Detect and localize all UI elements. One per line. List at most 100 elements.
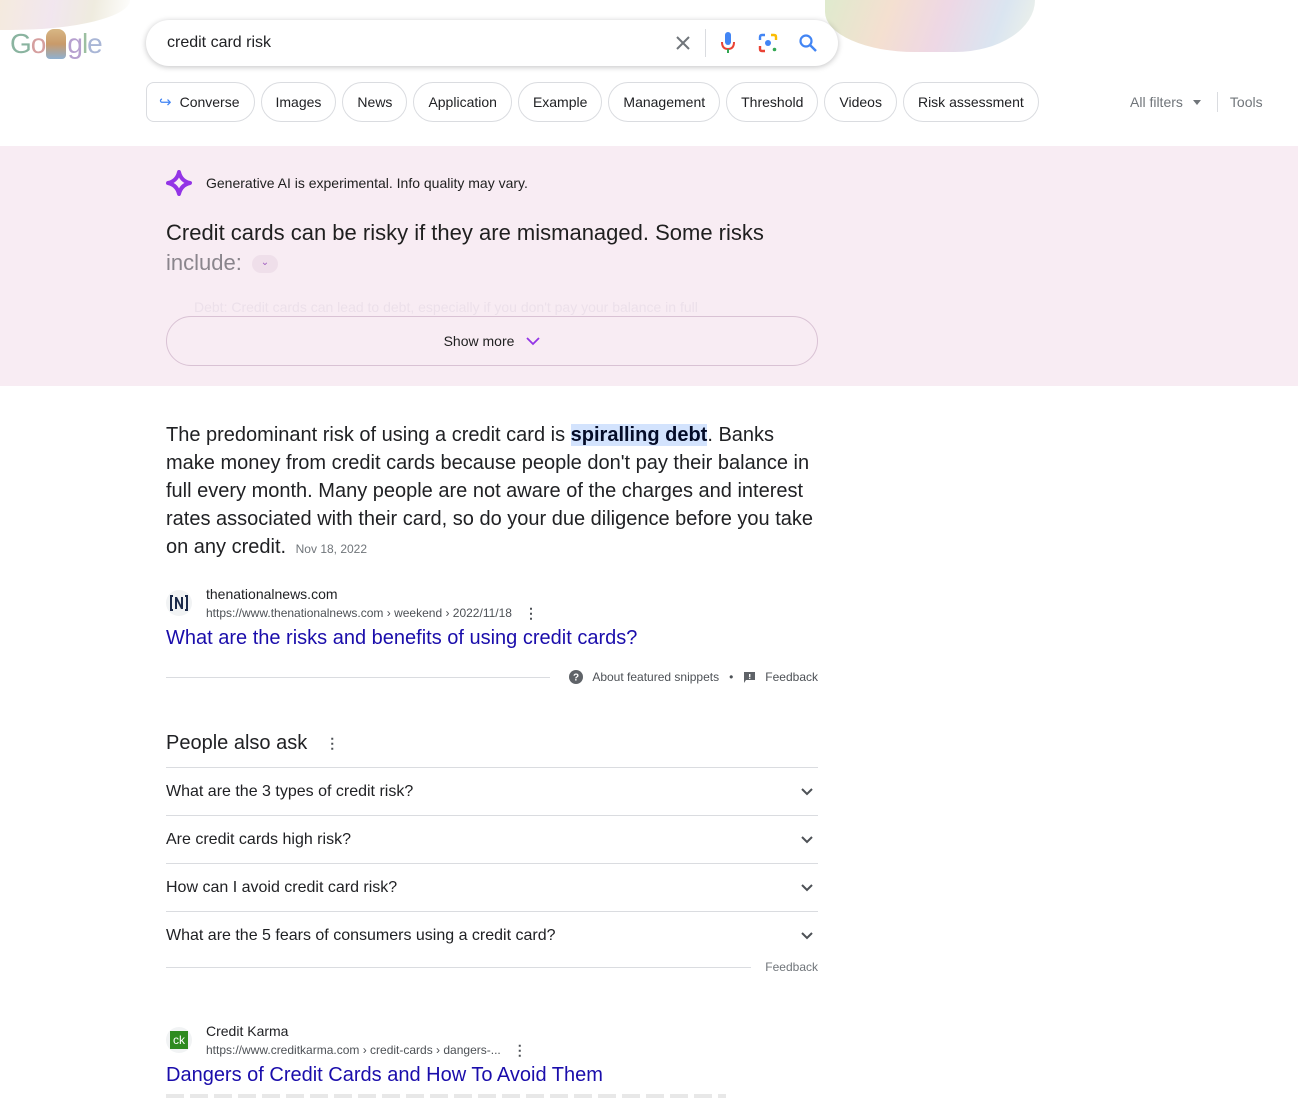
paa-question-text: How can I avoid credit card risk? bbox=[166, 878, 398, 896]
chevron-down-icon bbox=[801, 836, 813, 844]
source-site-name: thenationalnews.com bbox=[206, 586, 338, 602]
chip-application[interactable]: Application bbox=[413, 82, 512, 122]
about-featured-snippets-link[interactable]: ? About featured snippets bbox=[569, 670, 719, 684]
chevron-down-icon bbox=[801, 932, 813, 940]
ai-summary-text: Credit cards can be risky if they are mi… bbox=[166, 220, 764, 245]
paa-title-text: People also ask bbox=[166, 732, 308, 754]
snippet-source[interactable]: thenationalnews.com https://www.thenatio… bbox=[166, 584, 538, 622]
more-options-icon[interactable]: ⋮ bbox=[513, 1041, 527, 1059]
about-label: About featured snippets bbox=[592, 670, 720, 684]
chip-images[interactable]: Images bbox=[260, 82, 337, 122]
tools-button[interactable]: Tools bbox=[1230, 94, 1263, 110]
filters-divider bbox=[1216, 92, 1218, 112]
chip-label: Videos bbox=[839, 94, 882, 110]
chip-label: Management bbox=[623, 94, 706, 110]
chip-management[interactable]: Management bbox=[608, 82, 721, 122]
chip-example[interactable]: Example bbox=[517, 82, 603, 122]
paa-question[interactable]: Are credit cards high risk? bbox=[166, 815, 818, 863]
chip-risk-assessment[interactable]: Risk assessment bbox=[902, 82, 1039, 122]
doodle-decoration-right bbox=[825, 0, 1035, 52]
image-search-button[interactable] bbox=[748, 23, 788, 63]
paa-question-text: What are the 3 types of credit risk? bbox=[166, 782, 414, 800]
chevron-down-icon bbox=[801, 884, 813, 892]
microphone-icon bbox=[721, 32, 735, 53]
search-icon bbox=[799, 34, 817, 52]
filter-chips: ↪ Converse Images News Application Examp… bbox=[146, 82, 1039, 122]
paa-question-text: What are the 5 fears of consumers using … bbox=[166, 926, 556, 944]
search-divider bbox=[705, 29, 706, 57]
chip-news[interactable]: News bbox=[342, 82, 408, 122]
search-button[interactable] bbox=[788, 23, 828, 63]
ai-overview-panel: Generative AI is experimental. Info qual… bbox=[0, 146, 1298, 386]
result-link[interactable]: Dangers of Credit Cards and How To Avoid… bbox=[166, 1064, 603, 1087]
ai-summary: Credit cards can be risky if they are mi… bbox=[166, 218, 786, 278]
chip-label: Example bbox=[532, 94, 588, 110]
chip-label: Risk assessment bbox=[917, 94, 1024, 110]
snippet-result-link[interactable]: What are the risks and benefits of using… bbox=[166, 627, 637, 650]
creditkarma-favicon: ck bbox=[166, 1027, 192, 1053]
divider bbox=[166, 676, 550, 678]
chevron-down-icon bbox=[801, 788, 813, 796]
featured-snippet-text: The predominant risk of using a credit c… bbox=[166, 421, 822, 563]
show-more-button[interactable]: Show more bbox=[166, 316, 818, 366]
paa-question[interactable]: How can I avoid credit card risk? bbox=[166, 863, 818, 911]
expand-pill-chevron-icon[interactable]: ⌄ bbox=[251, 255, 278, 274]
ai-ghost-text: Debt: Credit cards can lead to debt, esp… bbox=[194, 299, 698, 315]
doodle-decoration-left bbox=[0, 0, 130, 30]
search-box bbox=[146, 20, 838, 66]
voice-search-button[interactable] bbox=[708, 23, 748, 63]
thenationalnews-favicon bbox=[166, 590, 192, 616]
help-icon: ? bbox=[569, 670, 584, 684]
all-filters-button[interactable]: All filters bbox=[1130, 94, 1183, 110]
paa-more-options-icon[interactable]: ⋮ bbox=[325, 735, 339, 752]
people-also-ask-list: What are the 3 types of credit risk? Are… bbox=[166, 767, 818, 959]
credit-karma-logo-icon: ck bbox=[170, 1031, 188, 1049]
chip-label: Application bbox=[428, 94, 497, 110]
doodle-figure-icon bbox=[46, 29, 67, 59]
chip-label: Images bbox=[275, 94, 322, 110]
ai-disclaimer: Generative AI is experimental. Info qual… bbox=[166, 170, 528, 196]
chevron-down-icon bbox=[526, 337, 541, 346]
divider bbox=[166, 966, 752, 968]
google-doodle-logo[interactable]: Gogle bbox=[10, 27, 103, 61]
paa-footer: Feedback bbox=[166, 958, 818, 976]
paa-question-text: Are credit cards high risk? bbox=[166, 830, 351, 848]
people-also-ask-heading: People also ask ⋮ bbox=[166, 732, 339, 755]
paa-question[interactable]: What are the 3 types of credit risk? bbox=[166, 767, 818, 815]
ai-disclaimer-text: Generative AI is experimental. Info qual… bbox=[206, 175, 528, 191]
snippet-feedback-link[interactable]: Feedback bbox=[743, 670, 818, 684]
dropdown-caret-icon bbox=[1192, 99, 1201, 105]
google-lens-icon bbox=[758, 33, 778, 53]
paa-feedback-link[interactable]: Feedback bbox=[765, 960, 818, 974]
bullet-separator: • bbox=[729, 670, 734, 684]
snippet-highlight: spiralling debt bbox=[570, 424, 708, 446]
snippet-date: Nov 18, 2022 bbox=[295, 542, 368, 556]
more-options-icon[interactable]: ⋮ bbox=[524, 604, 538, 622]
clear-search-button[interactable] bbox=[663, 23, 703, 63]
chip-converse[interactable]: ↪ Converse bbox=[146, 82, 255, 122]
chip-label: Converse bbox=[179, 94, 240, 110]
svg-text:?: ? bbox=[573, 673, 579, 684]
chip-threshold[interactable]: Threshold bbox=[726, 82, 819, 122]
chip-label: Threshold bbox=[741, 94, 804, 110]
right-filters: All filters Tools bbox=[1130, 92, 1263, 112]
show-more-label: Show more bbox=[443, 333, 515, 349]
source-url: https://www.thenationalnews.com › weeken… bbox=[206, 606, 512, 620]
source-url: https://www.creditkarma.com › credit-car… bbox=[206, 1043, 501, 1057]
converse-arrow-icon: ↪ bbox=[159, 94, 172, 111]
result-snippet-cutoff bbox=[166, 1094, 726, 1098]
paa-question[interactable]: What are the 5 fears of consumers using … bbox=[166, 911, 818, 959]
source-site-name: Credit Karma bbox=[206, 1023, 289, 1039]
close-icon bbox=[676, 36, 690, 50]
sparkle-icon bbox=[166, 170, 192, 196]
chip-videos[interactable]: Videos bbox=[824, 82, 897, 122]
search-input[interactable] bbox=[167, 34, 663, 52]
chip-label: News bbox=[357, 94, 393, 110]
snippet-footer: ? About featured snippets • Feedback bbox=[166, 667, 818, 687]
snippet-text-before: The predominant risk of using a credit c… bbox=[166, 424, 571, 446]
result-source[interactable]: ck Credit Karma https://www.creditkarma.… bbox=[166, 1021, 527, 1059]
feedback-label: Feedback bbox=[765, 670, 818, 684]
national-news-logo-icon bbox=[170, 595, 188, 611]
feedback-icon bbox=[744, 671, 756, 683]
ai-summary-faded-text: include: bbox=[166, 250, 242, 275]
